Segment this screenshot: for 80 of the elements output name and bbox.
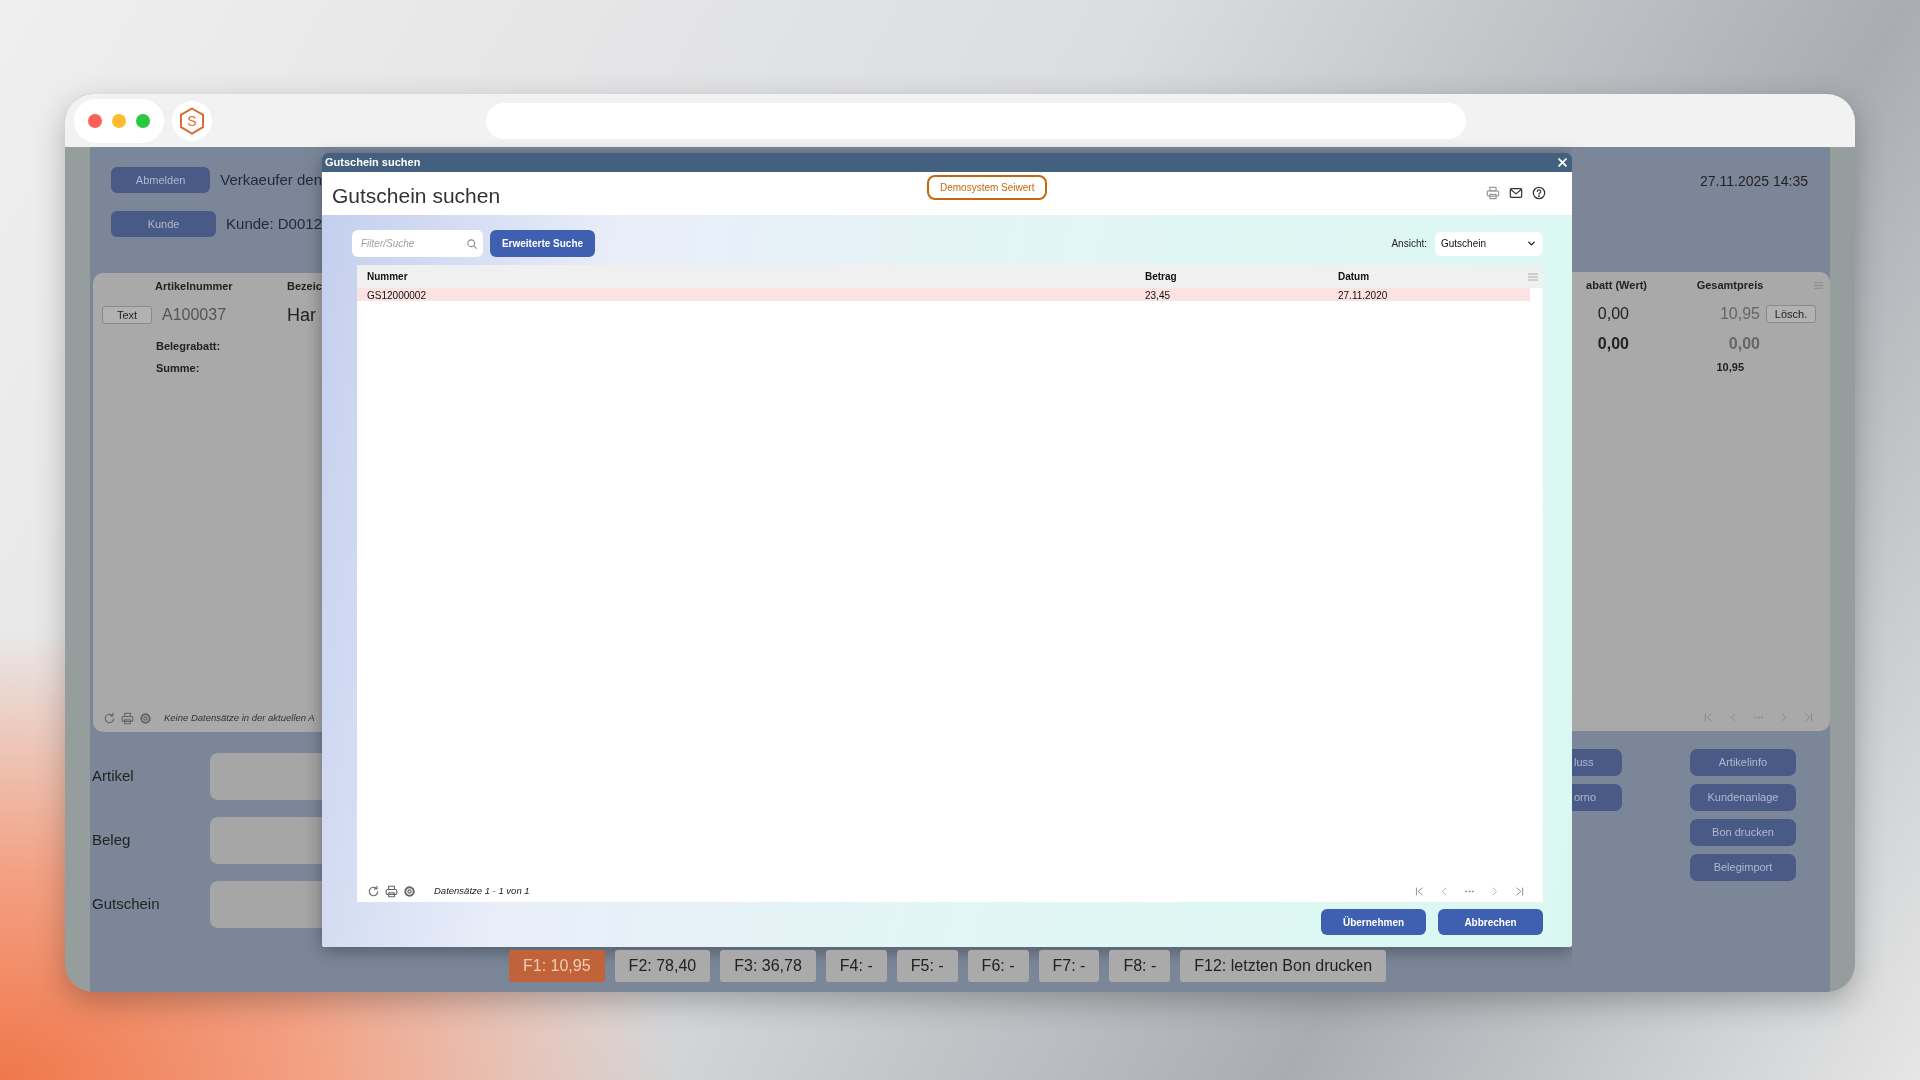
column-menu-icon[interactable]: [1527, 270, 1539, 283]
function-key-button[interactable]: F8: -: [1109, 950, 1171, 982]
caret-icon: [1526, 238, 1537, 249]
input-field[interactable]: [210, 753, 322, 800]
advanced-search-button[interactable]: Erweiterte Suche: [490, 230, 595, 257]
function-key-button[interactable]: F2: 78,40: [614, 950, 711, 982]
column-header: Bezeic: [287, 279, 322, 295]
function-key-button[interactable]: F12: letzten Bon drucken: [1180, 950, 1387, 982]
table-cell-text: 0,00: [1727, 334, 1760, 354]
table-row[interactable]: GS12000002 23,45 27.11.2020: [357, 288, 1530, 301]
side-button[interactable]: Belegimport: [1690, 854, 1796, 881]
text-button[interactable]: Text: [102, 306, 152, 324]
system-badge: Demosystem Seiwert: [927, 175, 1048, 200]
table-cell-text: GS12000002: [367, 289, 427, 303]
print-icon[interactable]: [385, 884, 398, 898]
field-label: Beleg: [91, 830, 132, 851]
first-page-icon[interactable]: [1414, 885, 1425, 897]
apply-button[interactable]: Übernehmen: [1321, 909, 1426, 935]
row-label: Summe:: [156, 360, 200, 376]
print-icon[interactable]: [1486, 186, 1500, 200]
input-field[interactable]: [210, 881, 322, 928]
column-header: Gesamtpreis: [1695, 278, 1765, 294]
table-cell-text: 10,95: [1718, 304, 1760, 324]
table-cell-text: A100037: [162, 305, 228, 325]
refresh-icon[interactable]: [367, 884, 380, 898]
logout-button[interactable]: Abmelden: [111, 167, 211, 193]
close-window-button[interactable]: [88, 113, 102, 128]
side-button[interactable]: Artikelinfo: [1690, 749, 1796, 776]
window-title: Gutschein suchen: [325, 155, 421, 171]
table-cell-text: 27.11.2020: [1338, 289, 1389, 303]
view-dropdown[interactable]: Gutschein: [1435, 231, 1543, 256]
cancel-button[interactable]: Abbrechen: [1438, 909, 1543, 935]
column-menu-icon[interactable]: [1813, 280, 1824, 291]
row-label: Belegrabatt:: [156, 338, 221, 354]
seller-label: Verkaeufer den: [220, 169, 322, 190]
input-field[interactable]: [210, 817, 322, 864]
column-header: Nummer: [367, 270, 409, 284]
settings-icon[interactable]: [403, 884, 416, 898]
mail-icon[interactable]: [1509, 186, 1523, 200]
field-label: Artikel: [91, 766, 135, 787]
first-page-icon[interactable]: [1703, 711, 1714, 723]
table-cell-text: 0,00: [1596, 304, 1629, 324]
column-header: Betrag: [1145, 270, 1178, 284]
table-cell-text: Har: [287, 303, 316, 327]
help-icon[interactable]: [1532, 186, 1546, 200]
minimize-window-button[interactable]: [112, 113, 126, 128]
customer-label: Kunde: D0012: [226, 213, 322, 234]
side-button[interactable]: Bon drucken: [1690, 819, 1796, 846]
last-page-icon[interactable]: [1514, 885, 1525, 897]
search-field[interactable]: Filter/Suche: [352, 230, 483, 257]
close-icon[interactable]: [1557, 157, 1568, 168]
column-header: Artikelnummer: [155, 279, 234, 295]
dialog-title: Gutschein suchen: [331, 183, 502, 209]
function-key-button[interactable]: F4: -: [825, 950, 887, 982]
view-label: Ansicht:: [1391, 237, 1427, 251]
side-button[interactable]: Kundenanlage: [1690, 784, 1796, 811]
function-key-button[interactable]: F3: 36,78: [720, 950, 816, 982]
function-key-button[interactable]: F5: -: [896, 950, 958, 982]
table-cell-text: 23,45: [1145, 289, 1172, 303]
table-cell-text: 10,95: [1715, 359, 1744, 375]
column-header: abatt (Wert): [1585, 278, 1647, 294]
function-key-button[interactable]: F6: -: [967, 950, 1029, 982]
function-key-button[interactable]: F7: -: [1038, 950, 1100, 982]
field-label: Gutschein: [91, 894, 161, 915]
table-cell-text: 0,00: [1596, 334, 1629, 354]
record-count: Datensätze 1 - 1 von 1: [434, 883, 530, 898]
date-time: 27.11.2025 14:35: [1699, 172, 1809, 187]
refresh-icon[interactable]: [103, 711, 116, 725]
search-icon[interactable]: [466, 238, 478, 250]
delete-button[interactable]: Lösch.: [1766, 305, 1816, 323]
column-header: Datum: [1338, 270, 1371, 284]
customer-button[interactable]: Kunde: [111, 211, 217, 237]
side-button[interactable]: orno: [1572, 784, 1622, 811]
status-text: Keine Datensätze in der aktuellen A: [164, 710, 315, 725]
print-icon[interactable]: [121, 711, 134, 725]
app-logo: S: [179, 106, 205, 135]
maximize-window-button[interactable]: [136, 113, 150, 128]
last-page-icon[interactable]: [1803, 711, 1814, 723]
side-button[interactable]: luss: [1572, 749, 1622, 776]
settings-icon[interactable]: [139, 711, 152, 725]
